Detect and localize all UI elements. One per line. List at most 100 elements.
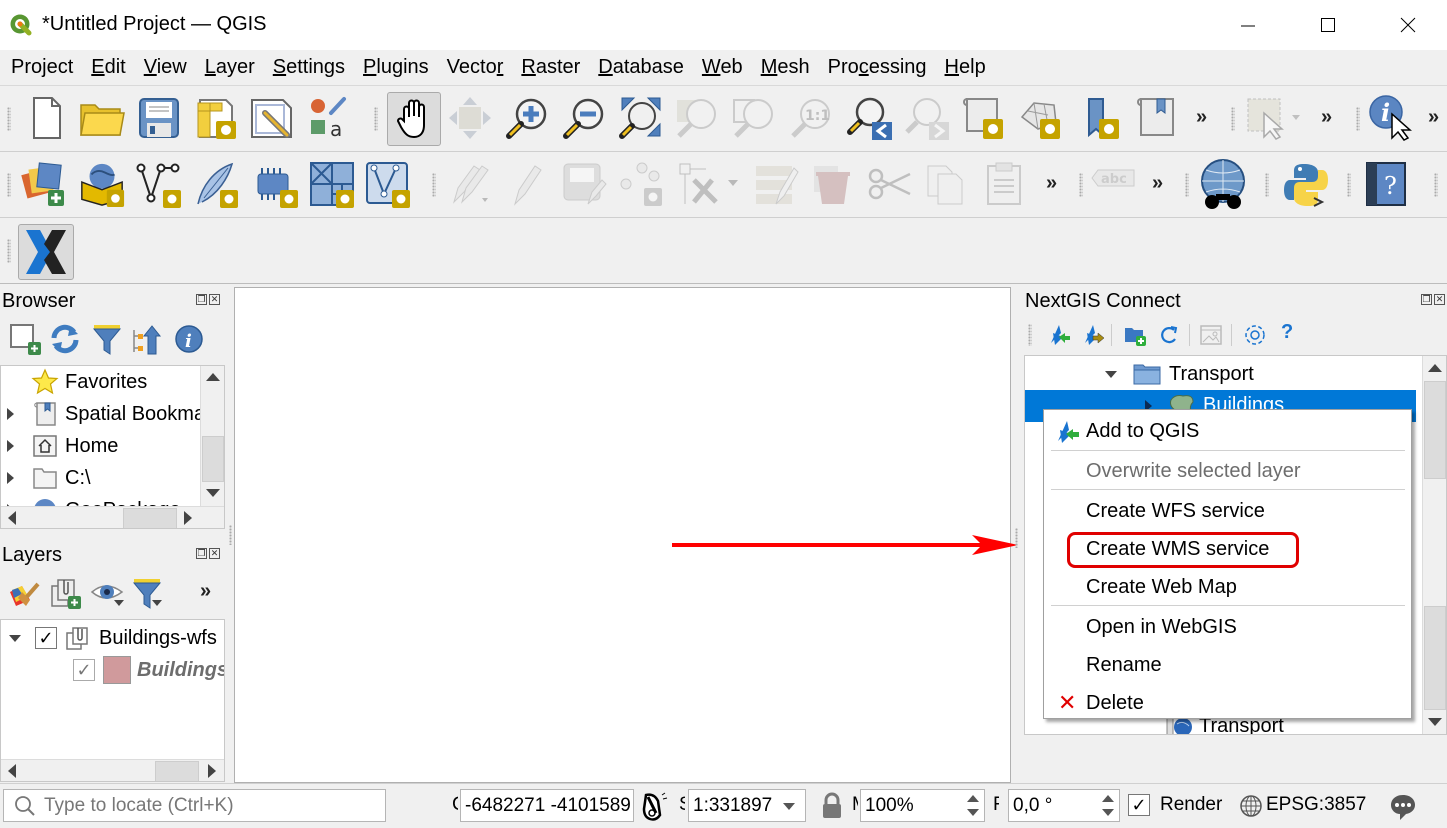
menu-web[interactable]: Web (702, 56, 743, 79)
toggle-editing-icon[interactable] (446, 160, 494, 208)
toolbar-grip[interactable] (7, 239, 11, 263)
pan-to-selection-icon[interactable] (446, 94, 494, 142)
new-mesh-layer-icon[interactable] (364, 160, 412, 208)
new-print-layout-icon[interactable] (192, 94, 240, 142)
crs-label[interactable]: EPSG:3857 (1266, 794, 1366, 816)
toolbar-grip[interactable] (1265, 173, 1269, 197)
menu-view[interactable]: View (144, 56, 187, 79)
menu-item-create-web-map[interactable]: Create Web Map (1086, 576, 1237, 599)
crs-globe-icon[interactable] (1238, 793, 1264, 819)
style-manager-icon[interactable]: a (305, 94, 353, 142)
zoom-next-icon[interactable] (903, 94, 951, 142)
new-project-icon[interactable] (22, 94, 70, 142)
toolbar-grip[interactable] (1434, 173, 1438, 197)
menu-item-add-to-qgis[interactable]: Add to QGIS (1086, 420, 1199, 443)
menu-item-create-wfs-service[interactable]: Create WFS service (1086, 500, 1265, 523)
new-spatial-bookmark-icon[interactable] (960, 94, 1008, 142)
browser-horizontal-scrollbar[interactable] (1, 506, 224, 528)
browser-item[interactable]: Home (7, 430, 118, 462)
refresh-icon[interactable] (48, 322, 82, 356)
layers-toolbar-overflow[interactable]: » (200, 580, 211, 603)
new-geopackage-icon[interactable] (78, 160, 126, 208)
nextgis-connect-icon[interactable] (18, 224, 74, 280)
browser-item[interactable]: Spatial Bookmarks (7, 398, 224, 430)
render-checkbox[interactable]: ✓ (1128, 794, 1150, 816)
new-temporary-scratch-layer-icon[interactable] (308, 160, 356, 208)
menu-processing[interactable]: Processing (828, 56, 927, 79)
magnifier-spinbox[interactable]: 100% (860, 789, 985, 822)
filter-icon[interactable] (90, 322, 124, 356)
collapse-all-icon[interactable] (130, 322, 164, 356)
open-project-icon[interactable] (78, 94, 126, 142)
help-contents-icon[interactable]: ? (1362, 160, 1410, 208)
toolbar-overflow-button[interactable]: » (1046, 172, 1057, 195)
add-group-icon[interactable] (50, 576, 84, 610)
toolbar-grip[interactable] (7, 107, 11, 131)
scale-combobox[interactable]: 1:331897 (688, 789, 806, 822)
menu-item-rename[interactable]: Rename (1086, 654, 1162, 677)
messages-icon[interactable] (1388, 792, 1418, 822)
settings-gear-icon[interactable] (1243, 323, 1267, 347)
menu-item-delete[interactable]: Delete (1086, 692, 1144, 715)
zoom-to-selection-icon[interactable] (673, 94, 721, 142)
scrollbar-thumb[interactable] (123, 508, 177, 528)
menu-vector[interactable]: Vector (447, 56, 504, 79)
toolbar-grip[interactable] (1356, 107, 1360, 131)
menu-item-open-in-webgis[interactable]: Open in WebGIS (1086, 616, 1237, 639)
collapse-arrow-icon[interactable] (9, 634, 21, 642)
scroll-down-icon[interactable] (206, 489, 220, 497)
toolbar-grip[interactable] (7, 173, 11, 197)
expand-arrow-icon[interactable] (7, 440, 19, 452)
menu-raster[interactable]: Raster (521, 56, 580, 79)
layer-visibility-checkbox[interactable]: ✓ (35, 627, 57, 649)
copy-features-icon[interactable] (922, 160, 970, 208)
close-panel-button[interactable]: ✕ (209, 548, 220, 559)
style-panel-icon[interactable] (8, 578, 42, 610)
modify-attributes-icon[interactable] (752, 160, 800, 208)
dropdown-arrow-icon[interactable] (783, 803, 795, 810)
create-group-icon[interactable] (1123, 323, 1147, 347)
zoom-full-icon[interactable] (616, 94, 664, 142)
menu-layer[interactable]: Layer (205, 56, 255, 79)
resource-row-transport-folder[interactable]: Transport (1105, 358, 1254, 390)
scroll-up-icon[interactable] (1428, 364, 1442, 372)
menu-settings[interactable]: Settings (273, 56, 345, 79)
browser-vertical-scrollbar[interactable] (200, 366, 224, 506)
new-virtual-layer-icon[interactable] (252, 160, 300, 208)
cut-features-icon[interactable] (866, 160, 914, 208)
close-panel-button[interactable]: ✕ (1434, 294, 1445, 305)
add-point-feature-icon[interactable] (618, 160, 666, 208)
expand-arrow-icon[interactable] (7, 472, 19, 484)
dock-splitter-handle[interactable] (1015, 528, 1018, 548)
toolbar-overflow-button[interactable]: » (1196, 106, 1207, 129)
toolbar-grip[interactable] (1347, 173, 1351, 197)
scroll-right-icon[interactable] (208, 764, 216, 778)
metasearch-icon[interactable] (1196, 158, 1250, 212)
zoom-last-icon[interactable] (846, 94, 894, 142)
menu-project[interactable]: Project (11, 56, 73, 79)
label-tool-icon[interactable]: abc (1090, 160, 1138, 208)
close-panel-button[interactable]: ✕ (209, 294, 220, 305)
toolbar-grip[interactable] (1185, 173, 1189, 197)
lock-scale-icon[interactable] (820, 792, 844, 820)
coordinate-field[interactable]: -6482271 -4101589 (460, 789, 634, 822)
filter-legend-icon[interactable] (130, 576, 166, 610)
layer-group-row[interactable]: ✓ Buildings-wfs (9, 622, 217, 654)
select-features-icon[interactable] (1244, 94, 1304, 142)
spinbox-arrows[interactable] (1099, 792, 1117, 819)
locator-search-input[interactable]: Type to locate (Ctrl+K) (3, 789, 386, 822)
float-panel-button[interactable]: ❐ (1421, 294, 1432, 305)
identify-features-icon[interactable]: i (1366, 92, 1418, 144)
show-bookmarks-icon[interactable] (1132, 94, 1180, 142)
zoom-in-icon[interactable] (503, 94, 551, 142)
python-console-icon[interactable] (1282, 160, 1330, 208)
scroll-right-icon[interactable] (184, 511, 192, 525)
layer-visibility-checkbox[interactable]: ✓ (73, 659, 95, 681)
properties-info-icon[interactable]: i (172, 322, 206, 356)
new-shapefile-icon[interactable] (135, 160, 183, 208)
toolbar-grip[interactable] (1231, 107, 1235, 131)
toolbar-overflow-button[interactable]: » (1152, 172, 1163, 195)
add-layers-icon[interactable] (8, 322, 42, 356)
toolbar-grip[interactable] (1079, 173, 1083, 197)
layer-symbol-swatch[interactable] (103, 656, 131, 684)
